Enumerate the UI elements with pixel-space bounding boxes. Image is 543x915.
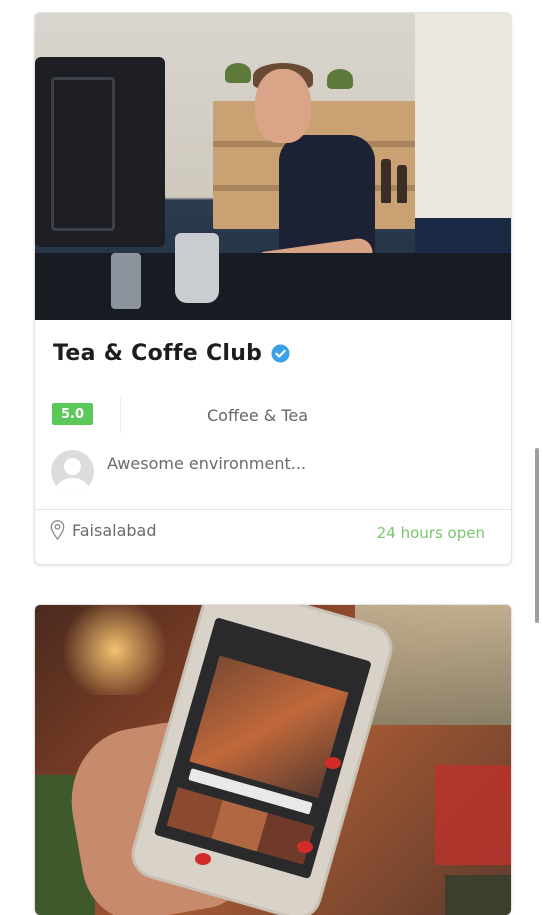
- listing-photo-barista[interactable]: [35, 13, 511, 320]
- divider: [35, 509, 511, 510]
- background-decor: [445, 875, 511, 915]
- bottle-decor: [381, 159, 391, 203]
- listing-card[interactable]: Tea & Coffe Club 5.0 Coffee & Tea Awesom…: [34, 12, 512, 565]
- light-decor: [55, 605, 175, 695]
- review-snippet[interactable]: Awesome environment...: [107, 454, 306, 473]
- coffee-machine-decor: [35, 57, 165, 247]
- pitcher-decor: [175, 233, 219, 303]
- hours-label: 24 hours open: [376, 524, 485, 542]
- jar-decor: [111, 253, 141, 309]
- bottle-decor: [397, 165, 407, 203]
- fingernail-decor: [297, 841, 313, 853]
- rating-badge: 5.0: [52, 403, 93, 425]
- category-label: Coffee & Tea: [207, 406, 309, 425]
- listing-photo-phone[interactable]: [35, 605, 511, 915]
- map-pin-icon: [50, 520, 65, 541]
- fingernail-decor: [195, 853, 211, 865]
- listing-title-row: Tea & Coffe Club: [53, 341, 290, 366]
- counter-decor: [35, 253, 511, 320]
- avatar-shoulders: [56, 478, 89, 493]
- barista-head: [255, 69, 311, 143]
- check-badge-icon: [271, 344, 290, 363]
- location-row: Faisalabad: [50, 519, 157, 541]
- avatar-head: [64, 458, 81, 475]
- scrollbar[interactable]: [535, 448, 539, 623]
- listing-title[interactable]: Tea & Coffe Club: [53, 341, 262, 366]
- background-decor: [435, 765, 511, 865]
- plant-decor: [327, 69, 353, 89]
- phone-screen: [153, 617, 372, 880]
- plant-decor: [225, 63, 251, 83]
- divider: [120, 397, 121, 433]
- fingernail-decor: [325, 757, 341, 769]
- wall-decor: [415, 13, 511, 223]
- location-label: Faisalabad: [72, 520, 157, 540]
- listing-card[interactable]: [34, 604, 512, 915]
- user-avatar[interactable]: [51, 450, 94, 493]
